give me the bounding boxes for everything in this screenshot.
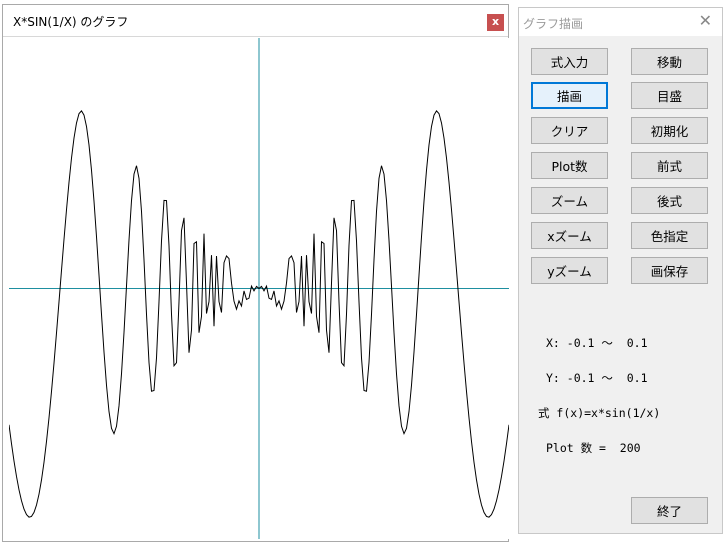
- color-button[interactable]: 色指定: [631, 222, 708, 249]
- x-range-text: X: -0.1 ～ 0.1: [546, 336, 648, 350]
- clear-button[interactable]: クリア: [531, 117, 608, 144]
- draw-button[interactable]: 描画: [531, 82, 608, 109]
- plot-area: [9, 38, 509, 539]
- scale-button[interactable]: 目盛: [631, 82, 708, 109]
- graph-titlebar[interactable]: X*SIN(1/X) のグラフ x: [3, 5, 508, 37]
- x-zoom-button[interactable]: xズーム: [531, 222, 608, 249]
- close-icon[interactable]: ✕: [699, 12, 712, 30]
- next-formula-button[interactable]: 後式: [631, 187, 708, 214]
- close-icon[interactable]: x: [487, 14, 504, 31]
- exit-button[interactable]: 終了: [631, 497, 708, 524]
- graph-title: X*SIN(1/X) のグラフ: [13, 15, 129, 29]
- control-panel: グラフ描画 ✕ 式入力 移動 描画 目盛 クリア 初期化 Plot数 前式 ズー…: [518, 7, 723, 534]
- save-image-button[interactable]: 画保存: [631, 257, 708, 284]
- plot-count-text: Plot 数 = 200: [546, 441, 641, 455]
- prev-formula-button[interactable]: 前式: [631, 152, 708, 179]
- move-button[interactable]: 移動: [631, 48, 708, 75]
- panel-titlebar[interactable]: グラフ描画 ✕: [519, 8, 722, 36]
- y-range-text: Y: -0.1 ～ 0.1: [546, 371, 648, 385]
- graph-window: X*SIN(1/X) のグラフ x: [2, 4, 509, 542]
- y-zoom-button[interactable]: yズーム: [531, 257, 608, 284]
- formula-text: 式 f(x)=x*sin(1/x): [538, 406, 661, 420]
- panel-title: グラフ描画: [523, 17, 584, 31]
- zoom-button[interactable]: ズーム: [531, 187, 608, 214]
- initialize-button[interactable]: 初期化: [631, 117, 708, 144]
- plot-count-button[interactable]: Plot数: [531, 152, 608, 179]
- formula-input-button[interactable]: 式入力: [531, 48, 608, 75]
- function-plot: [9, 38, 509, 539]
